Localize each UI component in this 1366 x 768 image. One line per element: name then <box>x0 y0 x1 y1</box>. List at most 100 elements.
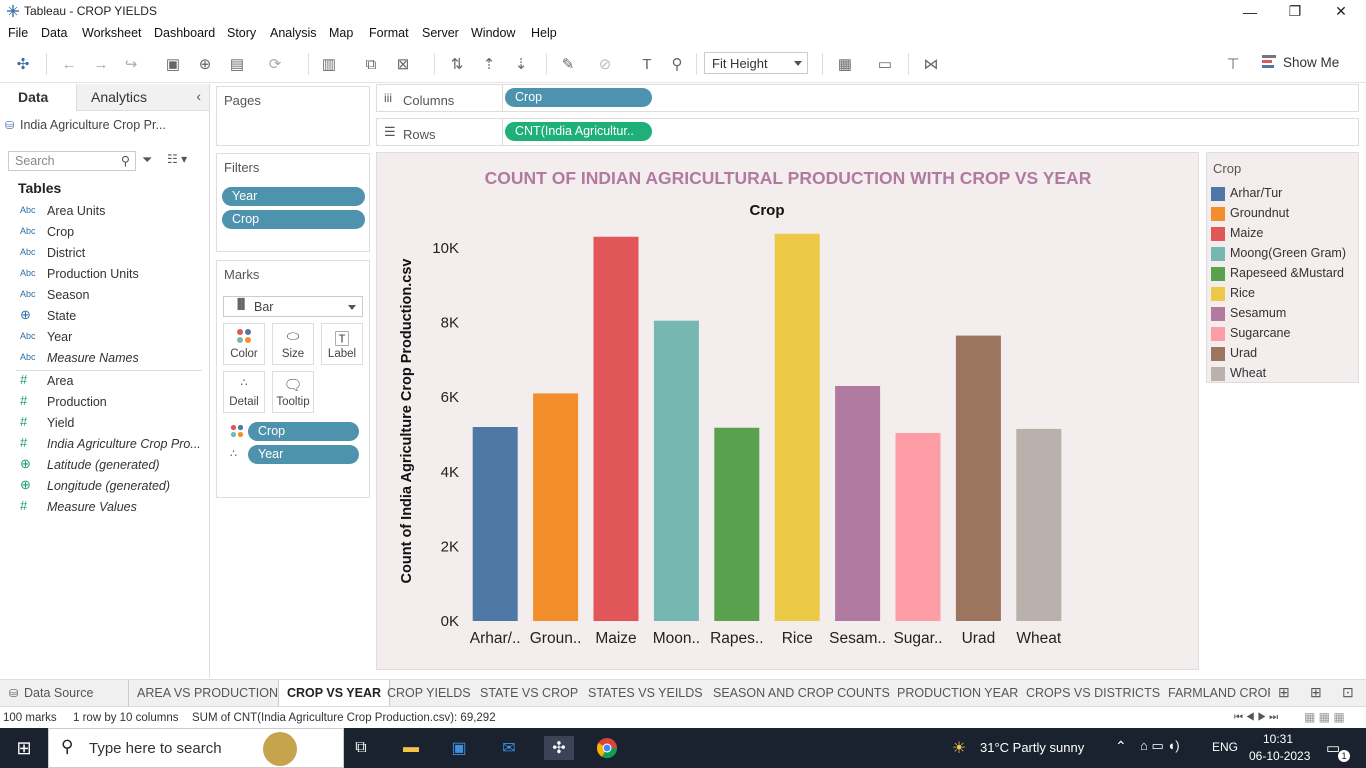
pages-card[interactable]: Pages <box>216 86 370 146</box>
weather-text[interactable]: 31°C Partly sunny <box>980 740 1084 755</box>
legend-item[interactable]: Sugarcane <box>1211 324 1359 344</box>
field-year[interactable]: Abc Year <box>0 327 205 348</box>
save-icon[interactable]: ▣ <box>162 53 184 75</box>
minimize-button[interactable]: — <box>1227 0 1273 23</box>
new-worksheet-tab-icon[interactable]: ⊞ <box>1278 684 1290 701</box>
view-options-icon[interactable]: ☷ ▾ <box>167 152 187 166</box>
tab-crops-vs-districts[interactable]: CROPS VS DISTRICTS <box>1026 680 1160 706</box>
clock-date[interactable]: 06-10-2023 <box>1249 749 1310 763</box>
field-measure-names[interactable]: Abc Measure Names <box>0 348 205 369</box>
legend-item[interactable]: Rapeseed &Mustard <box>1211 264 1359 284</box>
show-me-button[interactable]: Show Me <box>1283 55 1339 70</box>
legend-item[interactable]: Wheat <box>1211 364 1359 384</box>
group-members-icon[interactable]: ⊘ <box>594 53 616 75</box>
undo-icon[interactable]: ← <box>58 53 80 75</box>
tab-crop-yields[interactable]: CROP YIELDS <box>387 680 471 706</box>
marks-size-button[interactable]: ⬭ Size <box>272 323 314 365</box>
refresh-icon[interactable]: ⟳ <box>264 53 286 75</box>
datasource-name[interactable]: India Agriculture Crop Pr... <box>20 118 166 132</box>
restore-button[interactable]: ❐ <box>1272 0 1318 23</box>
menu-file[interactable]: File <box>8 26 28 40</box>
show-hidden-icons-icon[interactable]: ⌃ <box>1115 738 1127 755</box>
redo-icon[interactable]: → <box>90 53 112 75</box>
legend-item[interactable]: Urad <box>1211 344 1359 364</box>
share-icon[interactable]: ⋈ <box>920 53 942 75</box>
legend-item[interactable]: Moong(Green Gram) <box>1211 244 1359 264</box>
menu-server[interactable]: Server <box>422 26 459 40</box>
field-district[interactable]: Abc District <box>0 243 205 264</box>
close-button[interactable]: ✕ <box>1318 0 1364 23</box>
marks-tooltip-button[interactable]: 🗨 Tooltip <box>272 371 314 413</box>
tab-states-vs-yeilds[interactable]: STATES VS YEILDS <box>588 680 703 706</box>
legend-item[interactable]: Arhar/Tur <box>1211 184 1359 204</box>
collapse-pane-icon[interactable]: ‹ <box>196 88 201 104</box>
legend-item[interactable]: Groundnut <box>1211 204 1359 224</box>
marks-pill-year[interactable]: Year <box>248 445 359 464</box>
fit-height-select[interactable]: Fit Height <box>704 52 808 74</box>
chrome-icon[interactable] <box>594 736 620 760</box>
menu-data[interactable]: Data <box>41 26 67 40</box>
menu-story[interactable]: Story <box>227 26 256 40</box>
color-legend[interactable]: Crop Arhar/Tur Groundnut Maize Moong(Green … <box>1206 152 1359 383</box>
menu-dashboard[interactable]: Dashboard <box>154 26 215 40</box>
language-indicator[interactable]: ENG <box>1212 740 1238 754</box>
view-grid-icons[interactable]: ▦ ▦ ▦ <box>1304 710 1345 724</box>
new-story-tab-icon[interactable]: ⊡ <box>1342 684 1354 701</box>
menu-window[interactable]: Window <box>471 26 515 40</box>
chart-view[interactable]: COUNT OF INDIAN AGRICULTURAL PRODUCTION … <box>376 152 1199 670</box>
field-latitude-generated[interactable]: ⊕ Latitude (generated) <box>0 455 205 476</box>
marks-detail-button[interactable]: ∴ Detail <box>223 371 265 413</box>
menu-format[interactable]: Format <box>369 26 409 40</box>
columns-shelf[interactable]: iii Columns Crop <box>376 84 1359 112</box>
tableau-home-icon[interactable]: ✣ <box>12 53 34 75</box>
tab-data[interactable]: Data <box>0 84 76 111</box>
highlight-icon[interactable]: ✎ <box>557 53 579 75</box>
tableau-taskbar-icon[interactable]: ✣ <box>544 736 574 760</box>
legend-item[interactable]: Rice <box>1211 284 1359 304</box>
system-tray-icons[interactable]: ⌂ ▭ ◖) <box>1140 738 1180 754</box>
menu-worksheet[interactable]: Worksheet <box>82 26 142 40</box>
presentation-mode-icon[interactable]: ▭ <box>874 53 896 75</box>
filter-pill-crop[interactable]: Crop <box>222 210 365 229</box>
field-india-agriculture-crop-pro[interactable]: # India Agriculture Crop Pro... <box>0 434 205 455</box>
fix-axes-icon[interactable]: ⚲ <box>666 53 688 75</box>
taskbar-search-box[interactable]: ⚲ Type here to search <box>48 728 344 768</box>
marks-color-button[interactable]: Color <box>223 323 265 365</box>
rows-pill-cnt[interactable]: CNT(India Agricultur.. <box>505 122 652 141</box>
columns-pill-crop[interactable]: Crop <box>505 88 652 107</box>
filter-icon[interactable]: ⏷ <box>142 152 152 168</box>
tab-season-and-crop-counts[interactable]: SEASON AND CROP COUNTS <box>713 680 890 706</box>
marks-label-button[interactable]: 🅃 Label <box>321 323 363 365</box>
new-worksheet-icon[interactable]: ▥ <box>318 53 340 75</box>
duplicate-sheet-icon[interactable]: ⧉ <box>360 53 382 75</box>
sheet-nav-icons[interactable]: ⏮ ◀ ▶ ⏭ <box>1234 712 1278 723</box>
file-explorer-icon[interactable]: ▬ <box>398 736 424 760</box>
field-area[interactable]: # Area <box>0 371 205 392</box>
replay-icon[interactable]: ↪ <box>120 53 142 75</box>
field-state[interactable]: ⊕ State <box>0 306 205 327</box>
mail-icon[interactable]: ✉ <box>496 736 522 760</box>
mark-type-select[interactable]: ▐▌ Bar <box>223 296 363 317</box>
task-view-icon[interactable]: ⧉ <box>348 736 374 760</box>
legend-item[interactable]: Sesamum <box>1211 304 1359 324</box>
field-yield[interactable]: # Yield <box>0 413 205 434</box>
new-datasource-icon[interactable]: ⊕ <box>194 53 216 75</box>
clear-sheet-icon[interactable]: ⊠ <box>392 53 414 75</box>
tab-analytics[interactable]: Analytics ‹ <box>76 84 209 111</box>
tab-data-source[interactable]: Data Source <box>24 680 93 706</box>
filter-pill-year[interactable]: Year <box>222 187 365 206</box>
menu-help[interactable]: Help <box>531 26 557 40</box>
field-season[interactable]: Abc Season <box>0 285 205 306</box>
clock-time[interactable]: 10:31 <box>1263 732 1293 746</box>
field-production[interactable]: # Production <box>0 392 205 413</box>
marks-pill-crop[interactable]: Crop <box>248 422 359 441</box>
field-search-input[interactable]: Search ⚲ <box>8 151 136 171</box>
field-area-units[interactable]: Abc Area Units <box>0 201 205 222</box>
legend-item[interactable]: Maize <box>1211 224 1359 244</box>
show-mark-labels-icon[interactable]: T <box>636 53 658 75</box>
store-icon[interactable]: ▣ <box>446 736 472 760</box>
tab-farmland-crop[interactable]: FARMLAND CROP <box>1168 680 1270 706</box>
swap-rows-columns-icon[interactable]: ⇅ <box>446 53 468 75</box>
field-production-units[interactable]: Abc Production Units <box>0 264 205 285</box>
rows-shelf[interactable]: ☰ Rows CNT(India Agricultur.. <box>376 118 1359 146</box>
